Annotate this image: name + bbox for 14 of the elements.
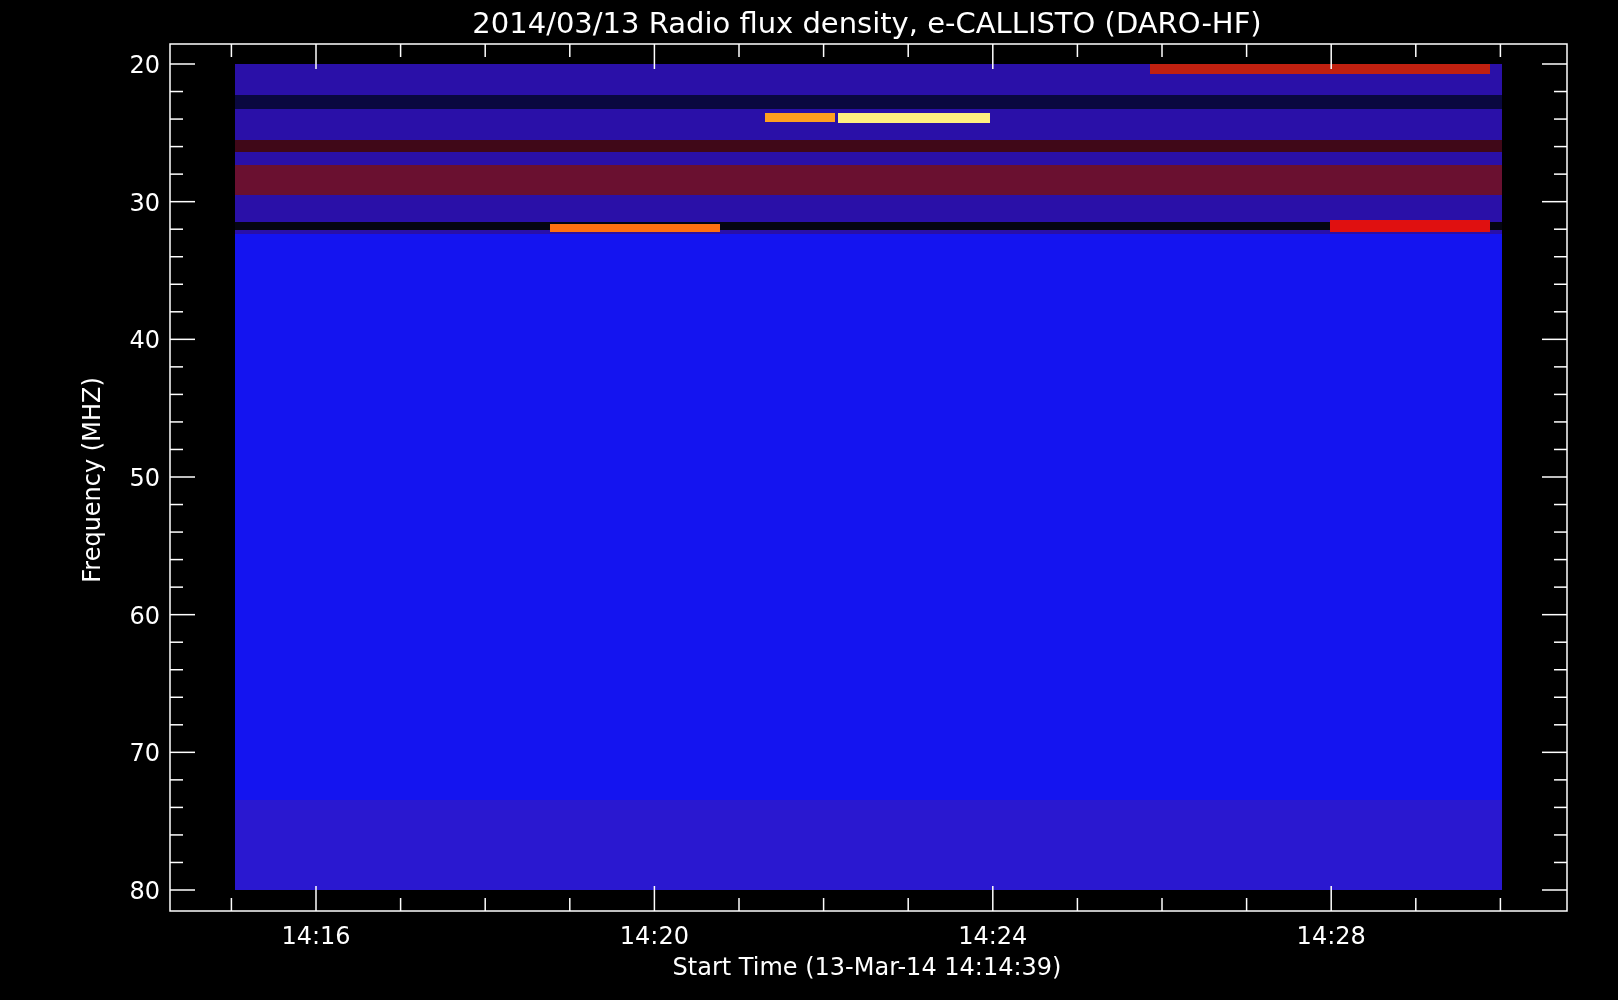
x-tick-label: 14:28 — [1296, 922, 1366, 950]
y-axis-label: Frequency (MHZ) — [78, 377, 106, 583]
x-tick-label: 14:20 — [619, 922, 689, 950]
y-tick-label: 60 — [129, 601, 160, 630]
x-tick-label: 14:16 — [281, 922, 351, 950]
chart-title: 2014/03/13 Radio flux density, e-CALLISTO (DARO-HF) — [472, 6, 1262, 40]
y-tick-label: 40 — [129, 326, 160, 355]
y-tick-label: 70 — [129, 739, 160, 768]
y-tick-label: 80 — [129, 877, 160, 905]
x-tick-label: 14:24 — [958, 922, 1028, 950]
y-tick-label: 30 — [129, 188, 160, 217]
y-tick-label: 50 — [129, 464, 160, 492]
y-tick-label: 20 — [129, 51, 160, 79]
x-axis-label: Start Time (13-Mar-14 14:14:39) — [672, 953, 1062, 981]
